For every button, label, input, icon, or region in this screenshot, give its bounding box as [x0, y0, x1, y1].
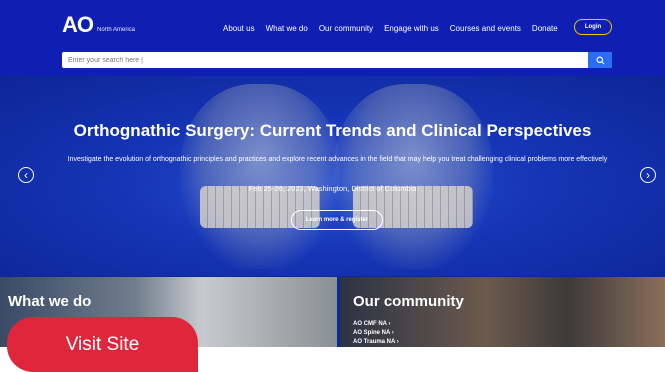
link-ao-trauma-na[interactable]: AO Trauma NA › — [353, 338, 399, 347]
login-button[interactable]: Login — [574, 19, 612, 35]
logo-subtitle: North America — [97, 27, 136, 33]
nav-donate[interactable]: Donate — [532, 24, 558, 33]
link-ao-spine-na[interactable]: AO Spine NA › — [353, 329, 399, 338]
nav-our-community[interactable]: Our community — [319, 24, 373, 33]
our-community-card[interactable]: Our community AO CMF NA › AO Spine NA › … — [340, 277, 665, 347]
hero-description: Investigate the evolution of orthognathi… — [67, 156, 608, 163]
community-links: AO CMF NA › AO Spine NA › AO Trauma NA › — [353, 320, 399, 347]
website-frame: AO North America About us What we do Our… — [0, 0, 665, 347]
nav-courses-and-events[interactable]: Courses and events — [450, 24, 521, 33]
chevron-right-icon[interactable]: › — [640, 167, 656, 183]
search-bar — [62, 52, 612, 68]
link-ao-cmf-na[interactable]: AO CMF NA › — [353, 320, 399, 329]
hero-date: Feb 25-26, 2023, Washington, District of… — [248, 184, 417, 193]
what-we-do-title: What we do — [8, 293, 92, 310]
nav-engage-with-us[interactable]: Engage with us — [384, 24, 439, 33]
our-community-title: Our community — [353, 293, 464, 310]
logo-mark: AO — [62, 12, 94, 37]
search-input[interactable] — [62, 52, 582, 68]
search-icon — [596, 56, 604, 64]
skull-image-right — [333, 84, 493, 269]
chevron-left-icon[interactable]: ‹ — [18, 167, 34, 183]
hero-banner: Orthognathic Surgery: Current Trends and… — [0, 76, 665, 276]
search-button[interactable] — [588, 52, 612, 68]
site-header: AO North America About us What we do Our… — [0, 0, 665, 76]
learn-more-button[interactable]: Learn more & register — [291, 210, 383, 230]
main-nav: About us What we do Our community Engage… — [223, 24, 569, 33]
hero-title: Orthognathic Surgery: Current Trends and… — [73, 121, 592, 140]
nav-what-we-do[interactable]: What we do — [266, 24, 308, 33]
visit-site-button[interactable]: Visit Site — [7, 317, 198, 372]
site-logo[interactable]: AO North America — [62, 14, 135, 36]
skull-image-left — [180, 84, 340, 269]
nav-about-us[interactable]: About us — [223, 24, 255, 33]
